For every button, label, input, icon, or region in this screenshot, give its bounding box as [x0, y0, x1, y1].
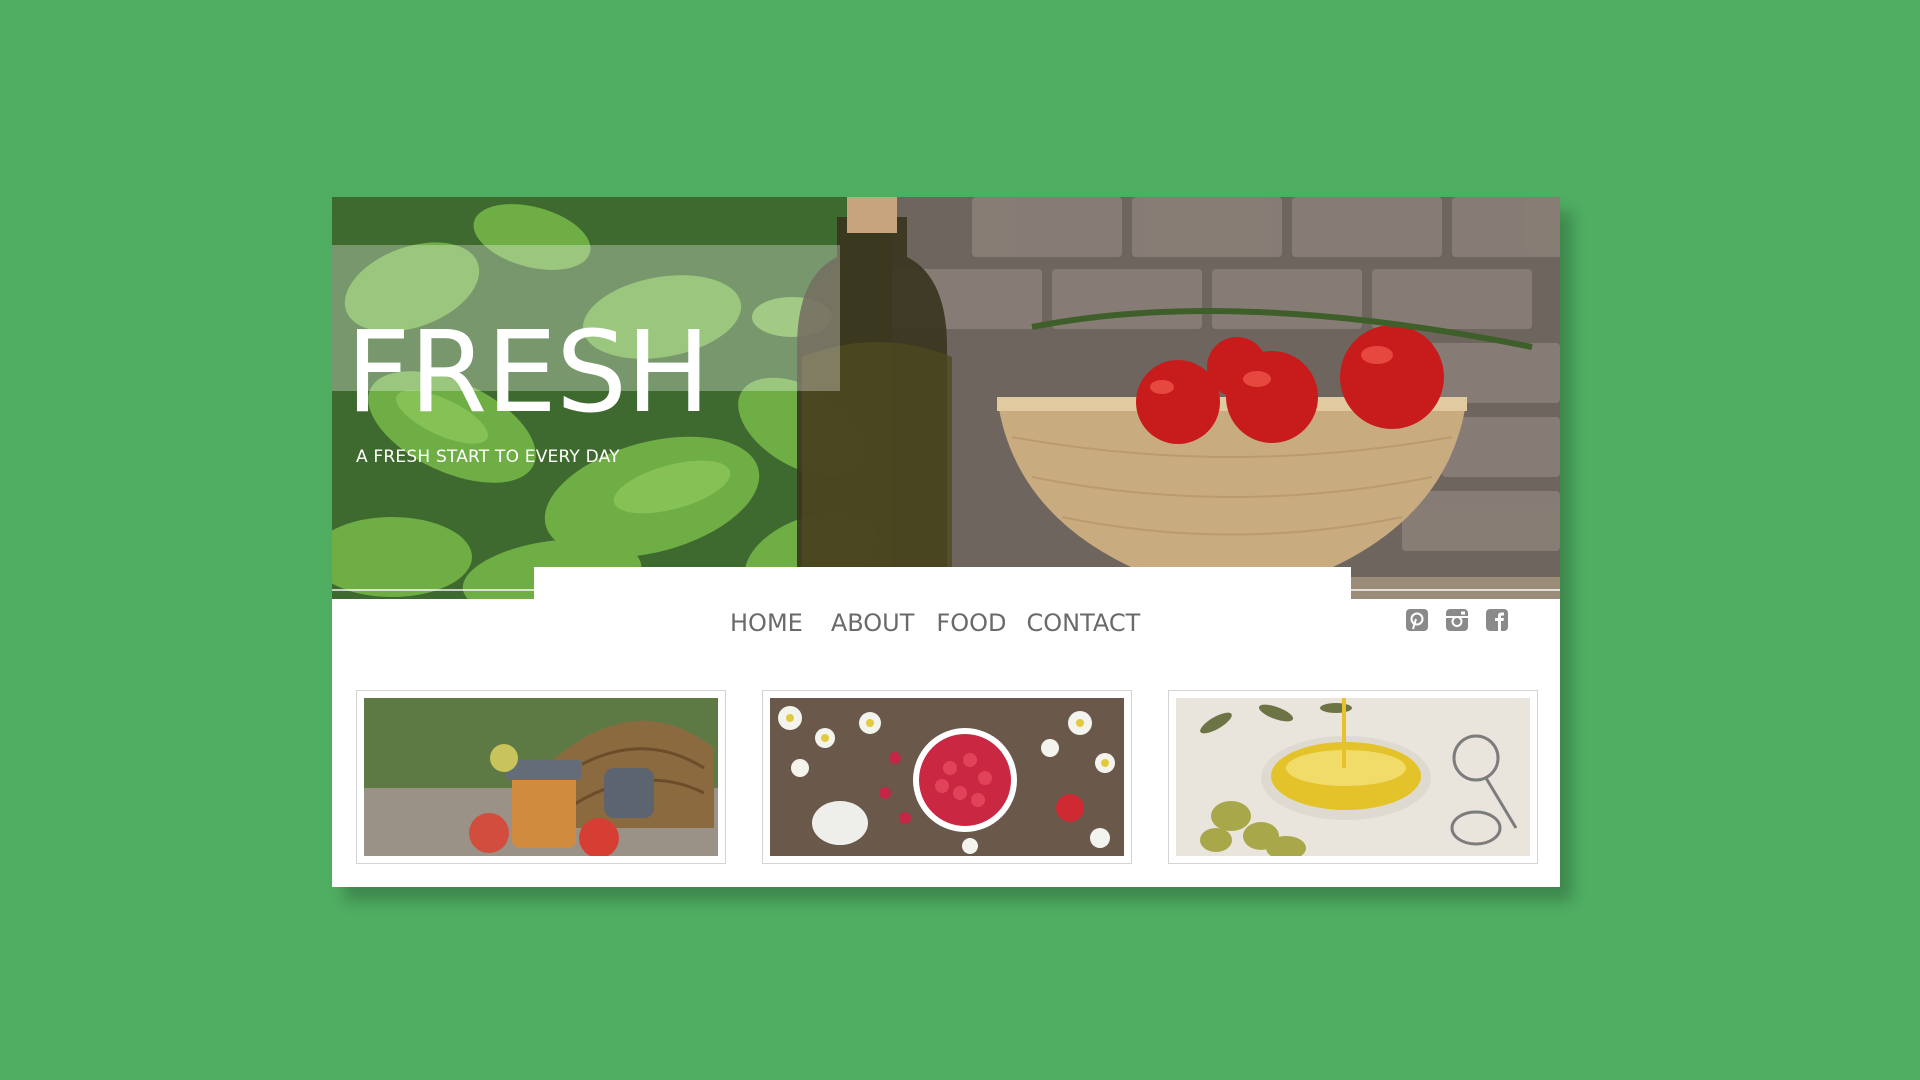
gallery-item-olive-oil[interactable]	[1168, 690, 1538, 864]
pinterest-icon[interactable]	[1405, 608, 1429, 632]
nav-item-food[interactable]: FOOD	[936, 609, 1006, 637]
hero-title: FRESH	[346, 308, 710, 438]
nav-item-about[interactable]: ABOUT	[831, 609, 915, 637]
website-mockup-card: FRESH A FRESH START TO EVERY DAY HOME AB…	[332, 197, 1560, 887]
nav-item-home[interactable]: HOME	[730, 609, 803, 637]
food-gallery	[356, 690, 1538, 864]
nav-tab-background	[534, 567, 1351, 607]
social-links	[1405, 608, 1509, 632]
main-navigation: HOME ABOUT FOOD CONTACT	[730, 609, 1160, 637]
nav-item-contact[interactable]: CONTACT	[1026, 609, 1140, 637]
olive-oil-bowl-image	[1176, 698, 1530, 856]
instagram-icon[interactable]	[1445, 608, 1469, 632]
hero-tagline: A FRESH START TO EVERY DAY	[356, 447, 620, 467]
hero-banner: FRESH A FRESH START TO EVERY DAY	[332, 197, 1560, 599]
basket-jam-apples-image	[364, 698, 718, 856]
gallery-item-raspberries[interactable]	[762, 690, 1132, 864]
facebook-icon[interactable]	[1485, 608, 1509, 632]
raspberries-flowers-image	[770, 698, 1124, 856]
gallery-item-basket[interactable]	[356, 690, 726, 864]
